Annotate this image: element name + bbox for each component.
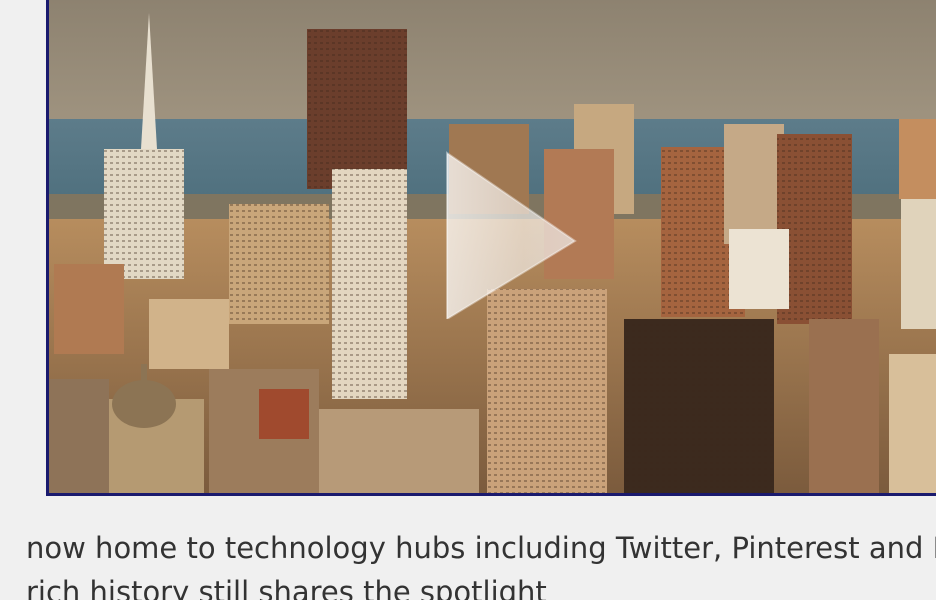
play-icon xyxy=(446,151,577,319)
article-text-line-2: rich history still shares the spotlight xyxy=(26,575,547,600)
play-button[interactable] xyxy=(445,149,585,319)
video-player[interactable] xyxy=(46,0,936,496)
article-text: now home to technology hubs including Tw… xyxy=(26,526,936,600)
page: now home to technology hubs including Tw… xyxy=(0,0,936,600)
article-text-line-1: now home to technology hubs including Tw… xyxy=(26,531,936,565)
